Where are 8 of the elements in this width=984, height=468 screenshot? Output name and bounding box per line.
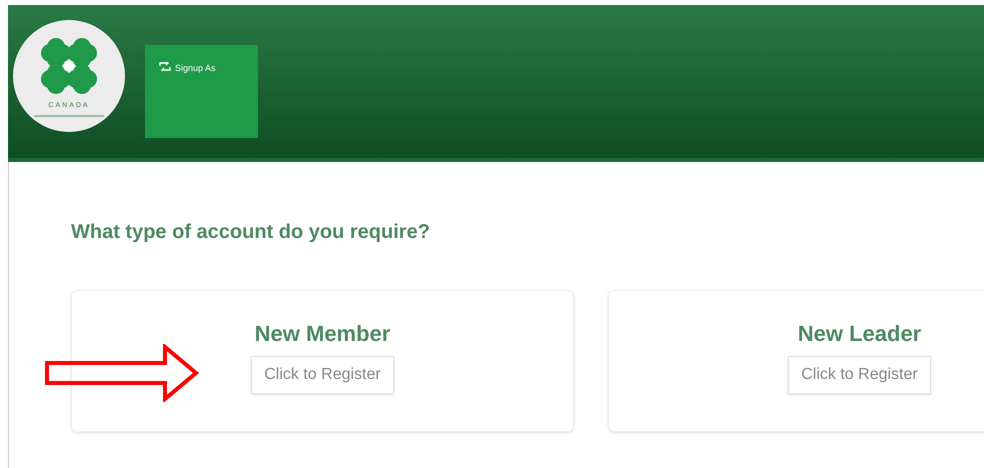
- signup-tab[interactable]: Signup As: [145, 45, 258, 138]
- question-heading: What type of account do you require?: [71, 220, 431, 245]
- register-button[interactable]: Click to Register: [788, 356, 931, 394]
- logo-tagline: [34, 115, 104, 118]
- register-button[interactable]: Click to Register: [251, 356, 394, 394]
- account-type-title: New Leader: [798, 320, 922, 348]
- repeat-icon: [159, 62, 171, 71]
- account-type-title: New Member: [254, 320, 390, 348]
